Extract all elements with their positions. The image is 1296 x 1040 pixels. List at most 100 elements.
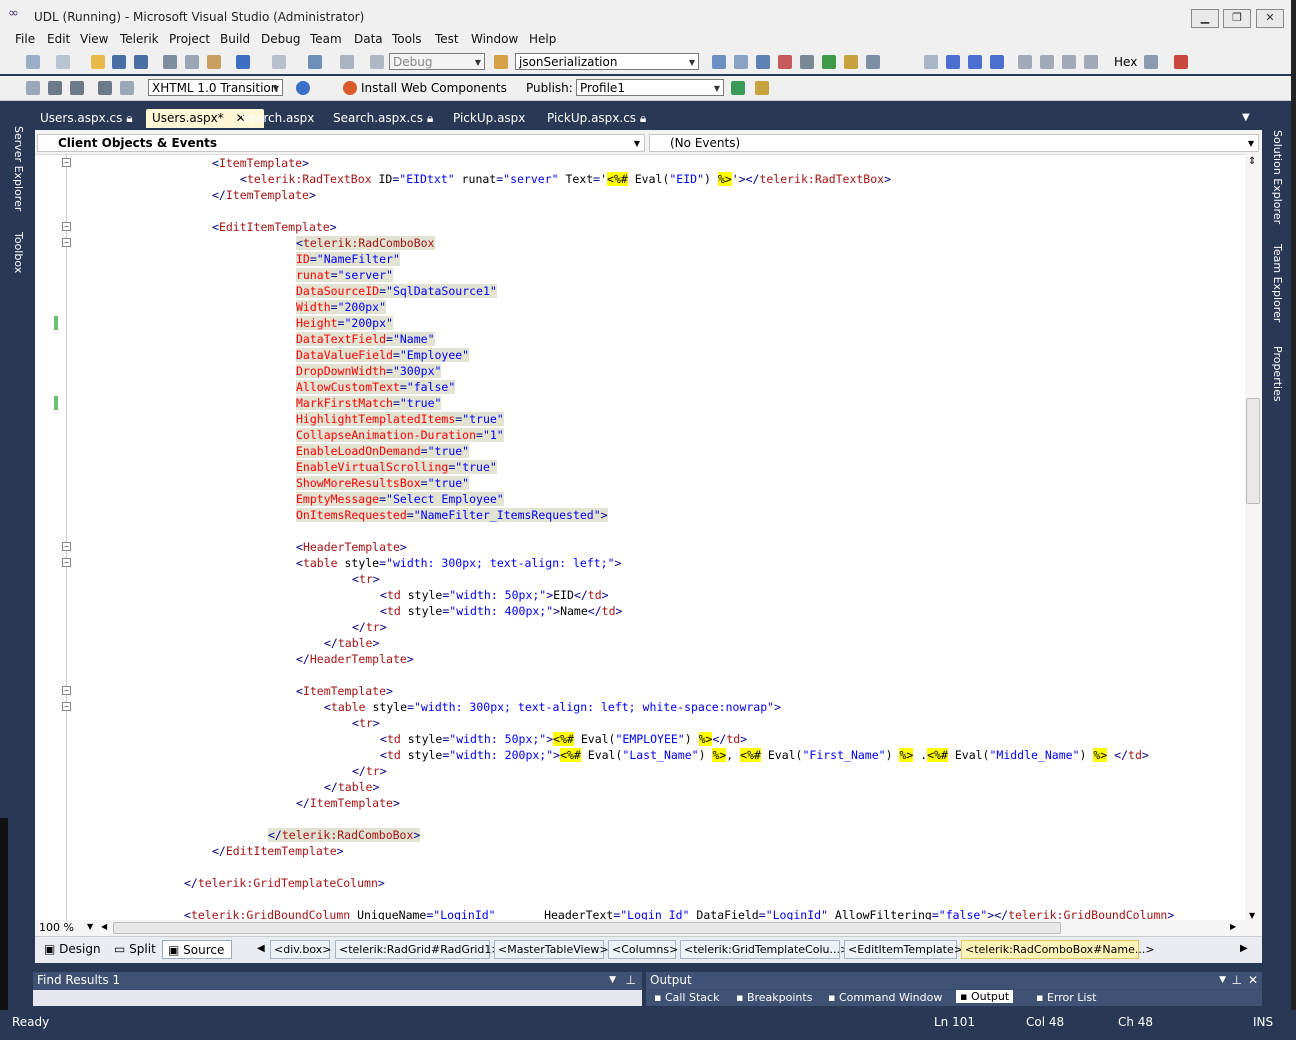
start-debugging-icon[interactable] (370, 55, 384, 69)
collapse-region-icon[interactable]: − (62, 238, 71, 247)
breadcrumb-item[interactable]: <Columns> (608, 940, 678, 959)
breadcrumb-left-icon[interactable]: ◀ (257, 943, 265, 954)
scroll-left-icon[interactable]: ◀ (101, 922, 107, 931)
design-view-button[interactable]: ▣ Design (39, 940, 106, 959)
close-icon[interactable]: ✕ (1248, 972, 1258, 989)
code-line[interactable]: HighlightTemplatedItems="true" (296, 411, 504, 427)
split-handle-icon[interactable]: ⇕ (1248, 156, 1256, 167)
find-combo[interactable]: jsonSerialization ▼ (515, 53, 699, 70)
menu-view[interactable]: View (80, 32, 108, 46)
code-line[interactable]: </telerik:RadComboBox> (268, 827, 421, 843)
scroll-right-icon[interactable]: ▶ (1230, 922, 1236, 931)
menu-debug[interactable]: Debug (261, 32, 300, 46)
vertical-scroll-thumb[interactable] (1246, 398, 1260, 504)
menu-tools[interactable]: Tools (392, 32, 422, 46)
code-line[interactable]: EnableVirtualScrolling="true" (296, 459, 497, 475)
code-line[interactable]: EnableLoadOnDemand="true" (296, 443, 470, 459)
stop-debugging-icon[interactable] (968, 55, 982, 69)
redo-icon[interactable] (272, 55, 286, 69)
tab-output[interactable]: ▪ Output (956, 990, 1014, 1003)
menu-edit[interactable]: Edit (47, 32, 70, 46)
code-line[interactable]: <td style="width: 50px;">EID</td> (380, 587, 609, 603)
cut-icon[interactable] (163, 55, 177, 69)
menu-telerik[interactable]: Telerik (120, 32, 159, 46)
tool-icon[interactable] (734, 55, 748, 69)
tab-pickup-aspx[interactable]: PickUp.aspx (447, 109, 537, 128)
tool-icon[interactable] (800, 55, 814, 69)
collapse-region-icon[interactable]: − (62, 702, 71, 711)
publish-icon[interactable] (731, 81, 745, 95)
validation-icon[interactable] (296, 81, 310, 95)
panel-dropdown-icon[interactable]: ▼ (1219, 972, 1226, 989)
code-line[interactable]: Width="200px" (296, 299, 387, 315)
pin-icon[interactable]: ⊥ (1232, 972, 1242, 989)
code-line[interactable]: </tr> (352, 619, 387, 635)
menu-file[interactable]: File (15, 32, 35, 46)
properties-tab[interactable]: Properties (1271, 346, 1284, 402)
save-icon[interactable] (112, 55, 126, 69)
collapse-region-icon[interactable]: − (62, 222, 71, 231)
find-in-files-icon[interactable] (494, 55, 508, 69)
vertical-scrollbar[interactable]: ⇕ ▼ (1245, 154, 1262, 922)
navigate-backward-icon[interactable] (308, 55, 322, 69)
tab-command-window[interactable]: ▪ Command Window (828, 991, 942, 1004)
code-line[interactable]: ID="NameFilter" (296, 251, 400, 267)
split-view-button[interactable]: ▭ Split (109, 940, 161, 959)
tool-icon[interactable] (712, 55, 726, 69)
code-line[interactable]: MarkFirstMatch="true" (296, 395, 442, 411)
code-line[interactable]: </ItemTemplate> (296, 795, 400, 811)
collapse-region-icon[interactable]: − (62, 158, 71, 167)
code-line[interactable]: <tr> (352, 715, 380, 731)
open-file-icon[interactable] (91, 55, 105, 69)
pin-icon[interactable]: ⊥ (626, 972, 636, 989)
tab-call-stack[interactable]: ▪ Call Stack (654, 991, 719, 1004)
tool-icon[interactable] (844, 55, 858, 69)
code-line[interactable]: <table style="width: 300px; text-align: … (324, 699, 781, 715)
code-line[interactable]: </table> (324, 635, 379, 651)
tool-icon[interactable] (822, 55, 836, 69)
code-line[interactable]: </tr> (352, 763, 387, 779)
code-line[interactable]: <td style="width: 400px;">Name</td> (380, 603, 622, 619)
breadcrumb-right-icon[interactable]: ▶ (1240, 943, 1248, 954)
panel-dropdown-icon[interactable]: ▼ (609, 972, 616, 989)
tool-icon[interactable] (1144, 55, 1158, 69)
code-line[interactable]: </ItemTemplate> (212, 187, 316, 203)
code-line[interactable]: <telerik:RadTextBox ID="EIDtxt" runat="s… (240, 171, 891, 187)
code-line[interactable]: runat="server" (296, 267, 393, 283)
menu-build[interactable]: Build (220, 32, 250, 46)
breadcrumb-item-current[interactable]: <telerik:RadComboBox#Name...> (961, 940, 1155, 959)
menu-team[interactable]: Team (310, 32, 342, 46)
add-item-icon[interactable] (56, 55, 70, 69)
step-into-icon[interactable] (1040, 55, 1054, 69)
menu-project[interactable]: Project (169, 32, 210, 46)
paste-icon[interactable] (207, 55, 221, 69)
code-line[interactable]: <ItemTemplate> (212, 155, 309, 171)
code-line[interactable]: DataTextField="Name" (296, 331, 435, 347)
continue-icon[interactable] (924, 55, 938, 69)
collapse-region-icon[interactable]: − (62, 542, 71, 551)
code-line[interactable]: OnItemsRequested="NameFilter_ItemsReques… (296, 507, 608, 523)
tab-list-dropdown-icon[interactable]: ▼ (1242, 112, 1250, 123)
close-window-button[interactable]: ✕ (1256, 9, 1284, 28)
code-line[interactable]: <ItemTemplate> (296, 683, 393, 699)
code-line[interactable]: </HeaderTemplate> (296, 651, 414, 667)
hex-button[interactable]: Hex (1114, 55, 1137, 69)
code-line[interactable]: <EditItemTemplate> (212, 219, 337, 235)
breadcrumb-item[interactable]: <telerik:GridTemplateColu...> (680, 940, 849, 959)
menu-window[interactable]: Window (471, 32, 518, 46)
outdent-icon[interactable] (70, 81, 84, 95)
collapse-region-icon[interactable]: − (62, 558, 71, 567)
code-line[interactable]: EmptyMessage="Select Employee" (296, 491, 504, 507)
tool-icon[interactable] (756, 55, 770, 69)
minimize-button[interactable]: ▁ (1191, 9, 1219, 28)
tab-search-aspx-cs[interactable]: Search.aspx.cs 🔒︎ (327, 109, 439, 128)
indent-icon[interactable] (48, 81, 62, 95)
source-view-button[interactable]: ▣ Source (162, 940, 232, 959)
solution-explorer-tab[interactable]: Solution Explorer (1271, 130, 1284, 224)
code-line[interactable]: Height="200px" (296, 315, 393, 331)
show-next-statement-icon[interactable] (1018, 55, 1032, 69)
menu-data[interactable]: Data (354, 32, 383, 46)
scroll-down-icon[interactable]: ▼ (1249, 911, 1255, 920)
code-line[interactable]: CollapseAnimation-Duration="1" (296, 427, 504, 443)
navigate-forward-icon[interactable] (340, 55, 354, 69)
